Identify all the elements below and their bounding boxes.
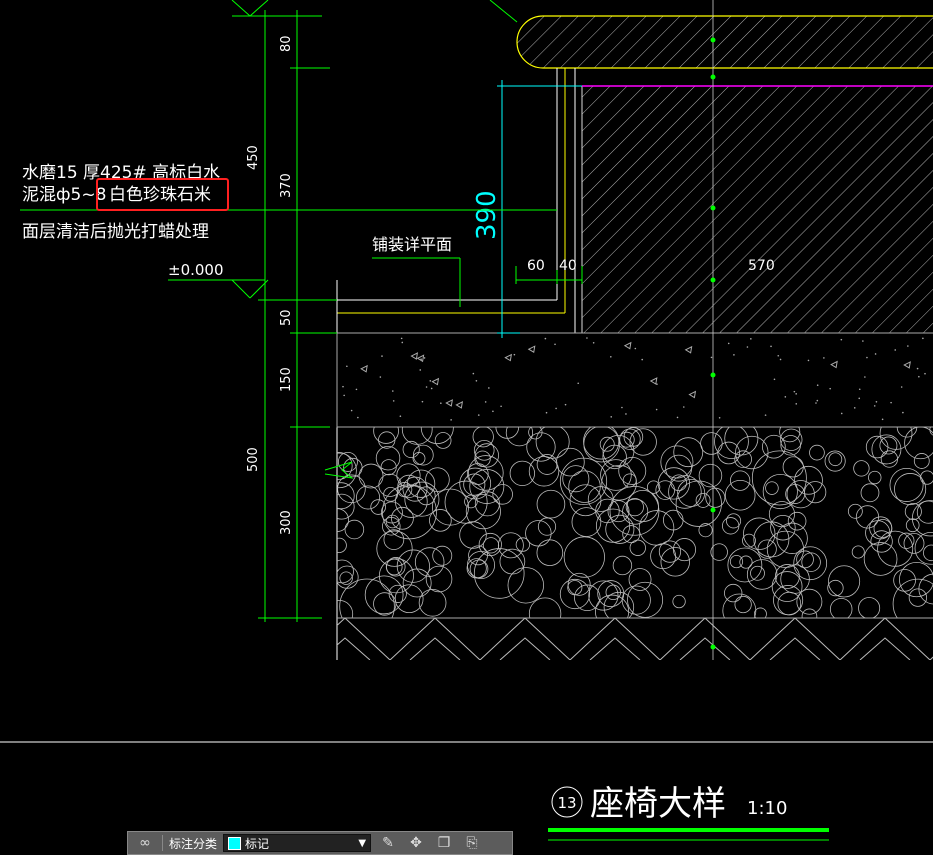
note-highlight: 白色珍珠石米: [109, 185, 211, 205]
divider: [162, 835, 163, 851]
category-label: 标注分类: [169, 836, 218, 851]
dim-300: 300: [279, 510, 294, 535]
link-icon[interactable]: ∞: [134, 835, 156, 851]
dim-500: 500: [246, 447, 261, 472]
elevation-label: ±0.000: [168, 261, 224, 279]
dim-40: 40: [559, 258, 577, 274]
paste-icon[interactable]: ⎘: [461, 835, 483, 851]
note-line-3: 面层清洁后抛光打蜡处理: [22, 222, 209, 242]
color-swatch: [228, 836, 242, 850]
category-dropdown[interactable]: 标记 ▼: [223, 834, 372, 852]
detail-number: 13: [557, 794, 576, 812]
edit-icon[interactable]: ✎: [377, 835, 399, 851]
gravel-layer: [337, 427, 933, 618]
dim-390: 390: [472, 190, 502, 240]
category-selected: 标记: [245, 836, 270, 851]
bench-top: [516, 15, 933, 69]
copy-icon[interactable]: ❐: [433, 835, 455, 851]
detail-scale: 1:10: [747, 798, 787, 819]
move-icon[interactable]: ✥: [405, 835, 427, 851]
cad-drawing-canvas[interactable]: 390 80 450 370 50 150 500 300 60 40 570 …: [0, 0, 933, 850]
dim-60: 60: [527, 258, 545, 274]
dim-50: 50: [279, 309, 294, 326]
dim-450: 450: [246, 145, 261, 170]
dim-370: 370: [279, 173, 294, 198]
concrete-layer: [336, 332, 933, 428]
annotation-toolbar: ∞ 标注分类 标记 ▼ ✎ ✥ ❐ ⎘: [127, 831, 513, 855]
dim-150: 150: [279, 367, 294, 392]
dim-570: 570: [748, 258, 775, 274]
dim-80: 80: [279, 35, 294, 52]
chevron-down-icon: ▼: [358, 837, 367, 849]
note-line-2: 泥混ф5~8: [22, 185, 106, 205]
detail-title: 座椅大样: [590, 784, 726, 824]
soil-layer: [337, 618, 933, 660]
bench-body: [581, 85, 933, 334]
paving-label: 铺装详平面: [372, 235, 452, 254]
